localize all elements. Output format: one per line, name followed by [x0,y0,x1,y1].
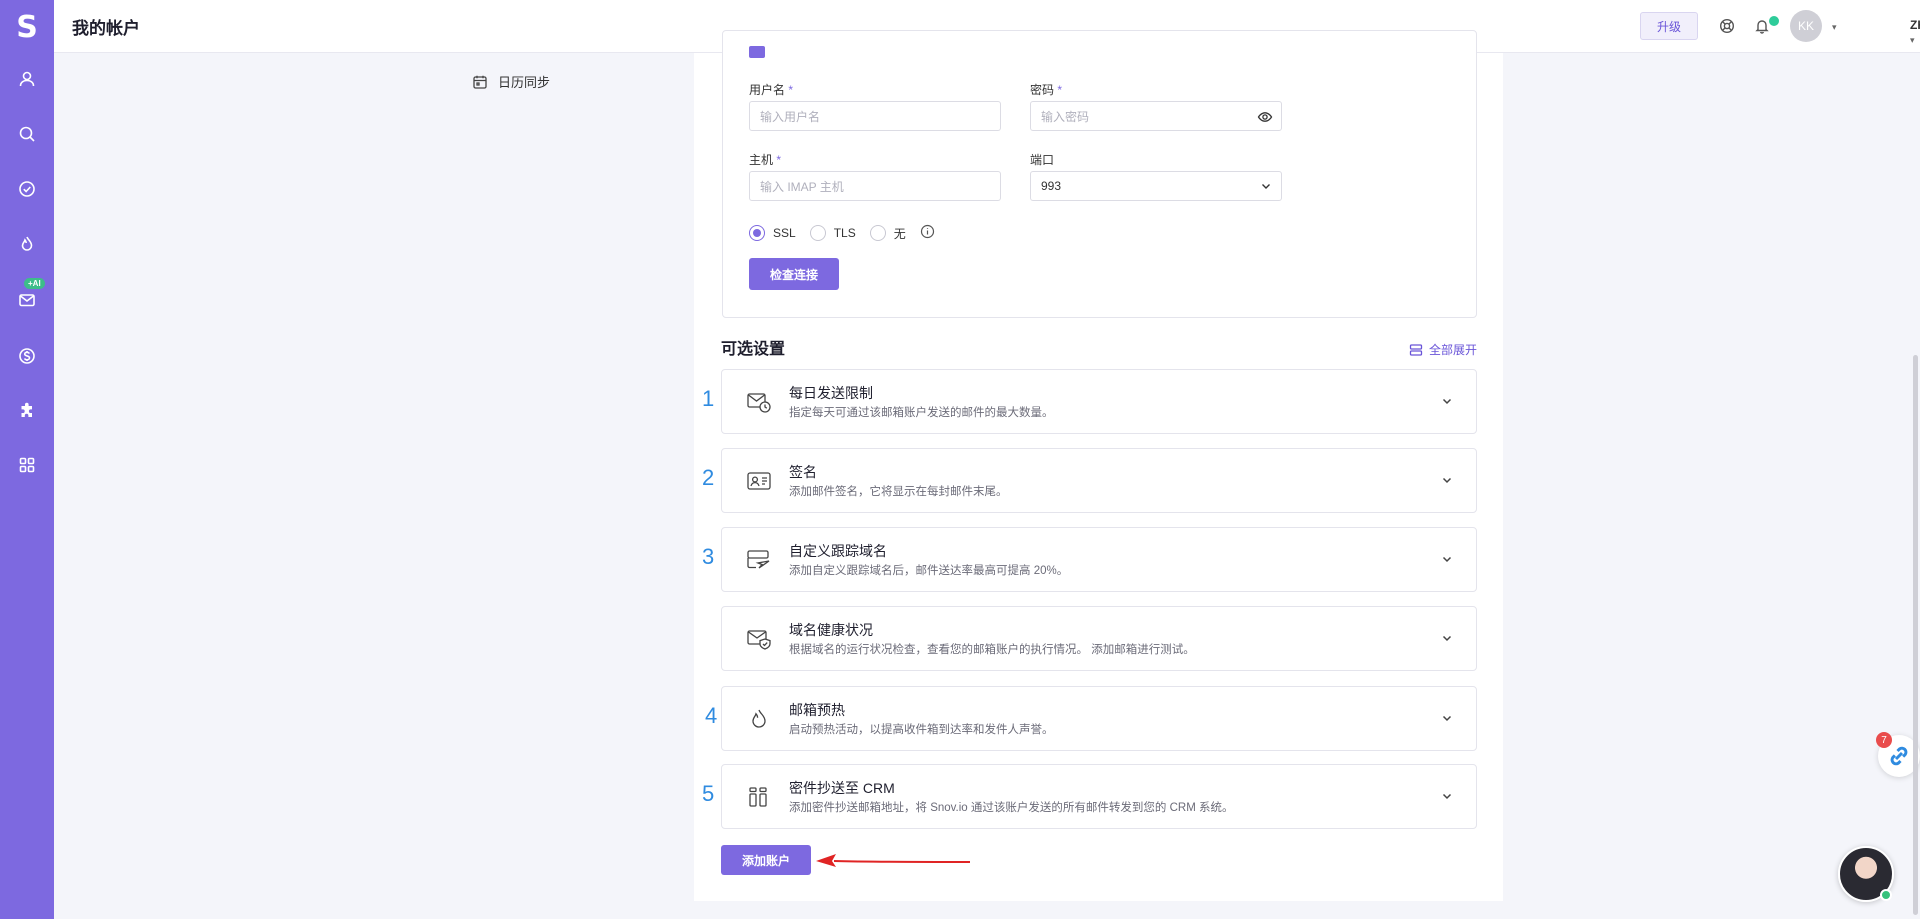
setting-description: 添加自定义跟踪域名后，邮件送达率最高可提高 20%。 [789,565,1069,577]
annotation-number: 4 [705,703,718,728]
sidebar-item-calendar-sync[interactable]: 日历同步 [472,72,550,91]
expand-all-icon [1409,343,1423,356]
language-caret-icon: ▾ [1910,35,1915,45]
setting-title: 每日发送限制 [789,385,873,401]
avatar-caret-icon[interactable]: ▾ [1832,22,1837,33]
language-label: ZH [1910,18,1920,32]
setting-title: 域名健康状况 [789,622,873,638]
optional-setting-6[interactable]: 密件抄送至 CRM 添加密件抄送邮箱地址，将 Snov.io 通过该账户发送的所有… [721,764,1477,829]
puzzle-icon[interactable] [14,398,40,424]
expand-all-label: 全部展开 [1429,343,1478,357]
radio-ssl[interactable]: SSL [749,225,796,241]
host-input[interactable]: 输入 IMAP 主机 [749,171,1001,201]
radio-none-label: 无 [893,226,906,241]
user-icon[interactable] [14,66,40,92]
port-select[interactable]: 993 [1030,171,1282,201]
optional-setting-4[interactable]: 域名健康状况根据域名的运行状况检查，查看您的邮箱账户的执行情况。 添加邮箱进行测… [721,606,1477,671]
flame-icon[interactable] [14,231,40,257]
setting-description: 添加邮件签名，它将显示在每封邮件末尾。 [789,486,1008,498]
chevron-down-icon[interactable] [1440,789,1454,808]
setting-title: 邮箱预热 [789,702,845,718]
setting-description: 添加密件抄送邮箱地址，将 Snov.io 通过该账户发送的所有邮件转发到您的 C… [789,802,1234,814]
upgrade-button[interactable]: 升级 [1640,12,1698,40]
check-circle-icon[interactable] [14,176,40,202]
radio-none-circle[interactable] [869,225,886,241]
chevron-down-icon[interactable] [1440,631,1454,650]
setting-description: 启动预热活动，以提高收件箱到达率和发件人声誉。 [789,724,1054,736]
sidebar-item-label: 日历同步 [498,75,551,90]
annotation-number: 1 [702,386,715,411]
radio-tls-label: TLS [833,226,856,240]
notification-dot [1769,16,1779,26]
annotation-number: 3 [702,544,715,569]
radio-tls-circle[interactable] [809,225,826,241]
chevron-down-icon[interactable] [1440,473,1454,492]
setting-title: 自定义跟踪域名 [789,543,887,559]
chevron-down-icon [1259,179,1273,196]
add-account-button[interactable]: 添加账户 [721,845,811,875]
chevron-down-icon[interactable] [1440,552,1454,571]
tracking-send-icon [744,545,774,575]
eye-icon[interactable] [1257,109,1273,128]
link-icon [1890,746,1908,766]
scrollbar[interactable] [1913,355,1918,915]
expand-all-button[interactable]: 全部展开 [1409,341,1477,358]
partial-checkbox[interactable] [749,46,765,58]
setting-description: 根据域名的运行状况检查，查看您的邮箱账户的执行情况。 添加邮箱进行测试。 [789,644,1195,656]
language-selector[interactable]: ZH ▾ [1910,18,1920,46]
username-input[interactable]: 输入用户名 [749,101,1001,131]
host-label: 主机 * [749,153,782,167]
password-input[interactable]: 输入密码 [1030,101,1282,131]
annotation-number: 5 [702,781,715,806]
optional-setting-1[interactable]: 每日发送限制指定每天可通过该邮箱账户发送的邮件的最大数量。 [721,369,1477,434]
annotation-number: 2 [702,465,715,490]
setting-title: 签名 [789,464,817,480]
mail-shield-icon [744,624,774,654]
port-label: 端口 [1030,153,1055,167]
optional-setting-2[interactable]: 签名添加邮件签名，它将显示在每封邮件末尾。 [721,448,1477,513]
annotation-arrow [816,854,971,867]
flame-icon [744,704,774,734]
port-value: 993 [1041,179,1062,193]
radio-none[interactable]: 无 [869,225,906,242]
widget-count-badge: 7 [1876,732,1892,748]
dollar-icon[interactable] [14,343,40,369]
username-label: 用户名 * [749,83,794,97]
snov-logo[interactable]: S [0,10,54,45]
crm-icon [744,782,774,812]
avatar[interactable]: KK [1790,10,1822,42]
online-status-dot [1880,889,1892,901]
optional-setting-3[interactable]: 自定义跟踪域名添加自定义跟踪域名后，邮件送达率最高可提高 20%。 [721,527,1477,592]
password-placeholder: 输入密码 [1041,109,1090,124]
chevron-down-icon[interactable] [1440,394,1454,413]
optional-settings-title: 可选设置 [721,341,786,358]
page-title: 我的帐户 [72,19,140,38]
chevron-down-icon[interactable] [1440,711,1454,730]
left-rail: S +AI [0,0,54,919]
help-lifebuoy-icon[interactable] [1716,15,1738,37]
password-label: 密码 * [1030,83,1063,97]
calendar-icon [473,75,487,89]
radio-tls[interactable]: TLS [809,225,856,241]
security-radio-group: SSL TLS 无 [749,224,935,242]
mail-icon[interactable] [14,287,40,313]
optional-setting-5[interactable]: 邮箱预热启动预热活动，以提高收件箱到达率和发件人声誉。 [721,686,1477,751]
setting-description: 指定每天可通过该邮箱账户发送的邮件的最大数量。 [789,407,1054,419]
id-card-icon [744,466,774,496]
apps-grid-icon[interactable] [14,452,40,478]
radio-ssl-circle[interactable] [749,225,765,241]
radio-ssl-label: SSL [773,226,796,240]
mail-clock-icon [744,387,774,417]
check-connection-button[interactable]: 检查连接 [749,258,839,290]
search-icon[interactable] [14,121,40,147]
setting-title: 密件抄送至 CRM [789,780,895,796]
info-icon[interactable] [920,224,935,242]
